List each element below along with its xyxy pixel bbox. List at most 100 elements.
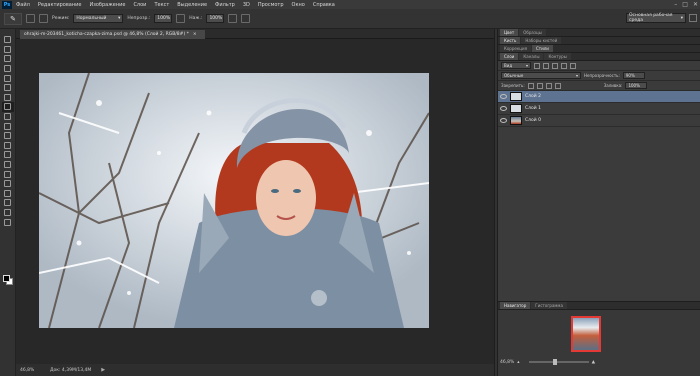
history-brush-tool[interactable] [2, 121, 14, 131]
healing-tool[interactable] [2, 93, 14, 103]
chevron-down-icon: ▾ [680, 15, 683, 21]
adjustment-filter-icon[interactable] [543, 62, 549, 69]
tab-channels[interactable]: Каналы [519, 53, 544, 60]
dodge-tool[interactable] [2, 160, 14, 170]
blend-mode-select[interactable]: Обычные ▾ [501, 72, 581, 79]
lock-position-icon[interactable] [545, 82, 552, 89]
menu-image[interactable]: Изображение [89, 2, 125, 8]
minimize-button[interactable]: – [674, 1, 677, 8]
airbrush-icon[interactable] [228, 14, 238, 23]
mode-select[interactable]: Нормальный ▾ [73, 14, 124, 23]
pen-icon [4, 170, 11, 178]
brush-preset-icon[interactable] [26, 14, 35, 23]
tab-paths[interactable]: Контуры [544, 53, 571, 60]
quick-select-tool[interactable] [2, 64, 14, 74]
close-document-icon[interactable]: × [193, 32, 197, 37]
menu-window[interactable]: Окно [292, 2, 305, 8]
menu-filter[interactable]: Фильтр [215, 2, 235, 8]
hand-tool[interactable] [2, 208, 14, 218]
brush-panel-toggle-icon[interactable] [39, 14, 48, 23]
navigator-zoom-slider[interactable] [528, 359, 589, 365]
clone-stamp-tool[interactable] [2, 112, 14, 122]
marquee-tool[interactable] [2, 45, 14, 55]
tab-color[interactable]: Цвет [500, 29, 519, 36]
foreground-color-swatch[interactable] [3, 275, 10, 282]
tab-layers[interactable]: Слои [500, 53, 519, 60]
type-filter-icon[interactable] [552, 62, 558, 69]
navigator-panel: Навигатор Гистограмма 46,8% ▴ ▲ [498, 301, 700, 376]
lock-pixels-icon[interactable] [536, 82, 543, 89]
navigator-zoom-readout[interactable]: 46,8% [500, 360, 514, 365]
marquee-icon [4, 45, 11, 53]
visibility-eye-icon[interactable] [500, 106, 507, 111]
workspace-select[interactable]: Основная рабочая среда ▾ [626, 13, 686, 23]
crop-tool[interactable] [2, 73, 14, 83]
menu-edit[interactable]: Редактирование [38, 2, 82, 8]
zoom-readout[interactable]: 46,8% [20, 368, 40, 373]
menu-file[interactable]: Файл [16, 2, 30, 8]
tab-styles[interactable]: Стили [531, 45, 553, 52]
menu-help[interactable]: Справка [313, 2, 335, 8]
tab-adjustments[interactable]: Коррекция [500, 45, 531, 52]
zoom-tool[interactable] [2, 217, 14, 227]
gradient-tool[interactable] [2, 141, 14, 151]
close-window-button[interactable]: ✕ [693, 1, 698, 8]
zoom-icon [4, 218, 11, 226]
path-select-tool[interactable] [2, 189, 14, 199]
layer-row[interactable]: Слой 2 [498, 91, 700, 103]
layer-thumbnail [510, 104, 522, 113]
zoom-out-icon[interactable]: ▴ [517, 360, 519, 365]
maximize-button[interactable]: □ [682, 1, 688, 8]
navigator-panel-tabs: Навигатор Гистограмма [498, 302, 700, 310]
visibility-eye-icon[interactable] [500, 118, 507, 123]
layer-kind-filter[interactable]: Вид ▾ [501, 62, 531, 69]
pressure-opacity-icon[interactable] [176, 14, 186, 23]
shape-filter-icon[interactable] [561, 62, 567, 69]
rectangle-tool[interactable] [2, 198, 14, 208]
tool-preset-picker[interactable]: ✎ [4, 12, 22, 25]
fill-field[interactable]: 100% [625, 82, 648, 89]
zoom-in-icon[interactable]: ▲ [592, 360, 595, 365]
zoom-slider-handle[interactable] [552, 359, 557, 365]
menu-3d[interactable]: 3D [243, 2, 250, 8]
tab-swatches[interactable]: Образцы [519, 29, 546, 36]
color-swatches[interactable] [3, 275, 13, 285]
lasso-tool[interactable] [2, 54, 14, 64]
layer-opacity-field[interactable]: 90% [622, 72, 645, 79]
move-icon [4, 36, 11, 44]
menu-view[interactable]: Просмотр [258, 2, 284, 8]
move-tool[interactable] [2, 35, 14, 45]
lock-all-icon[interactable] [554, 82, 561, 89]
tab-brush-presets[interactable]: Наборы кистей [521, 37, 562, 44]
chevron-down-icon: ▾ [118, 16, 121, 21]
lock-transparency-icon[interactable] [527, 82, 534, 89]
canvas-image[interactable] [39, 73, 429, 328]
navigator-preview[interactable] [571, 316, 601, 352]
tab-histogram[interactable]: Гистограмма [531, 302, 567, 309]
workspace-options-icon[interactable] [689, 14, 697, 22]
menu-type[interactable]: Текст [154, 2, 169, 8]
navigator-zoom-row: 46,8% ▴ ▲ [498, 358, 700, 366]
smart-object-filter-icon[interactable] [570, 62, 576, 69]
status-menu-arrow-icon[interactable]: ▶ [101, 367, 105, 373]
visibility-eye-icon[interactable] [500, 94, 507, 99]
type-tool[interactable] [2, 179, 14, 189]
layer-row[interactable]: Слой 1 [498, 103, 700, 115]
flow-label: Наж.: [189, 16, 203, 21]
menu-layers[interactable]: Слои [133, 2, 146, 8]
blur-tool[interactable] [2, 150, 14, 160]
tab-brush[interactable]: Кисть [500, 37, 521, 44]
tab-navigator[interactable]: Навигатор [500, 302, 531, 309]
pixel-filter-icon[interactable] [534, 62, 540, 69]
layer-row[interactable]: Слой 0 [498, 115, 700, 127]
menu-select[interactable]: Выделение [177, 2, 207, 8]
eraser-tool[interactable] [2, 131, 14, 141]
flow-field[interactable]: 100% [206, 14, 225, 23]
eyedropper-tool[interactable] [2, 83, 14, 93]
pressure-size-icon[interactable] [241, 14, 251, 23]
document-tab[interactable]: ohrajki-m-203461_koticha-czapka-zima.psd… [20, 30, 205, 39]
pen-tool[interactable] [2, 169, 14, 179]
opacity-field[interactable]: 100% [154, 14, 173, 23]
canvas-area[interactable] [16, 39, 494, 364]
brush-tool[interactable] [1, 102, 14, 112]
